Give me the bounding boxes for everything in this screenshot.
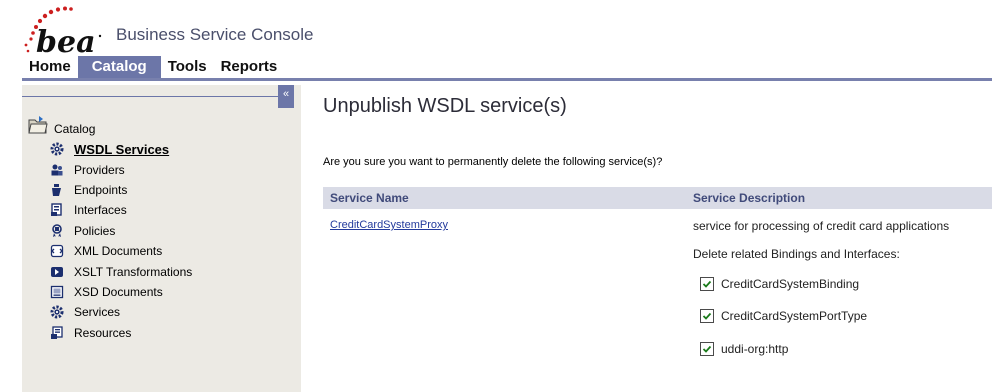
gear-icon (49, 304, 65, 320)
app-title: Business Service Console (116, 25, 314, 44)
collapse-sidebar-button[interactable]: « (278, 85, 294, 108)
related-item-label: CreditCardSystemPortType (721, 309, 868, 323)
related-item-row: CreditCardSystemPortType (700, 309, 867, 323)
related-checkbox[interactable] (700, 342, 714, 356)
resource-icon (49, 325, 65, 341)
tree-item-interfaces[interactable]: Interfaces (49, 200, 192, 220)
logo-wordmark: bea (36, 25, 96, 56)
service-name-link[interactable]: CreditCardSystemProxy (330, 219, 448, 231)
catalog-tree: WSDL Services Providers Endpoints Interf… (49, 139, 192, 343)
tree-item-resources[interactable]: Resources (49, 323, 192, 343)
related-item-label: CreditCardSystemBinding (721, 277, 860, 291)
tree-item-label: XML Documents (74, 244, 163, 259)
tree-item-label: WSDL Services (74, 141, 170, 157)
tree-item-label: Resources (74, 325, 132, 340)
tree-item-label: Interfaces (74, 203, 127, 218)
xml-document-icon (49, 243, 65, 259)
related-checkbox[interactable] (700, 277, 714, 291)
nav-tab-reports[interactable]: Reports (214, 56, 285, 78)
tree-root-catalog[interactable]: Catalog (28, 115, 96, 136)
service-description: service for processing of credit card ap… (693, 219, 950, 233)
checkmark-icon (702, 280, 712, 288)
nav-tab-tools[interactable]: Tools (161, 56, 214, 78)
related-item-row: CreditCardSystemBinding (700, 277, 859, 291)
tree-item-label: Services (74, 305, 121, 320)
tree-item-label: Policies (74, 223, 116, 238)
tree-item-label: XSD Documents (74, 284, 163, 299)
checkmark-icon (702, 312, 712, 320)
nav-divider (22, 78, 992, 81)
gear-icon (49, 141, 65, 157)
tree-item-providers[interactable]: Providers (49, 159, 192, 179)
tree-item-endpoints[interactable]: Endpoints (49, 180, 192, 200)
tree-item-xslt-transformations[interactable]: XSLT Transformations (49, 261, 192, 281)
xsd-document-icon (49, 284, 65, 300)
sidebar: « Catalog WSDL Services Providers Endpoi… (22, 85, 301, 392)
confirm-question: Are you sure you want to permanently del… (323, 156, 663, 168)
sidebar-divider (22, 96, 278, 97)
catalog-folder-icon (28, 116, 48, 134)
provider-icon (49, 162, 65, 178)
bea-logo: bea (22, 6, 104, 60)
tree-item-label: XSLT Transformations (74, 264, 193, 279)
column-header-service-name: Service Name (330, 191, 409, 205)
bea-logo-graphic: bea (24, 6, 102, 60)
tree-item-xsd-documents[interactable]: XSD Documents (49, 282, 192, 302)
tree-root-label: Catalog (54, 122, 96, 136)
policy-icon (49, 223, 65, 239)
tree-item-policies[interactable]: Policies (49, 221, 192, 241)
related-checkbox[interactable] (700, 309, 714, 323)
nav-tab-catalog[interactable]: Catalog (77, 56, 161, 78)
main-nav: Home Catalog Tools Reports (22, 56, 284, 78)
tree-item-services[interactable]: Services (49, 302, 192, 322)
checkmark-icon (702, 345, 712, 353)
delete-related-label: Delete related Bindings and Interfaces: (693, 247, 900, 261)
interface-icon (49, 202, 65, 218)
page-title: Unpublish WSDL service(s) (323, 95, 567, 117)
tree-item-xml-documents[interactable]: XML Documents (49, 241, 192, 261)
tree-item-wsdl-services[interactable]: WSDL Services (49, 139, 192, 159)
related-item-label: uddi-org:http (721, 342, 789, 356)
tree-item-label: Providers (74, 162, 125, 177)
related-item-row: uddi-org:http (700, 342, 788, 356)
tree-item-label: Endpoints (74, 182, 128, 197)
endpoint-icon (49, 182, 65, 198)
xslt-transform-icon (49, 264, 65, 280)
nav-tab-home[interactable]: Home (22, 56, 78, 78)
table-header: Service Name Service Description (323, 187, 992, 209)
column-header-service-description: Service Description (693, 191, 806, 205)
